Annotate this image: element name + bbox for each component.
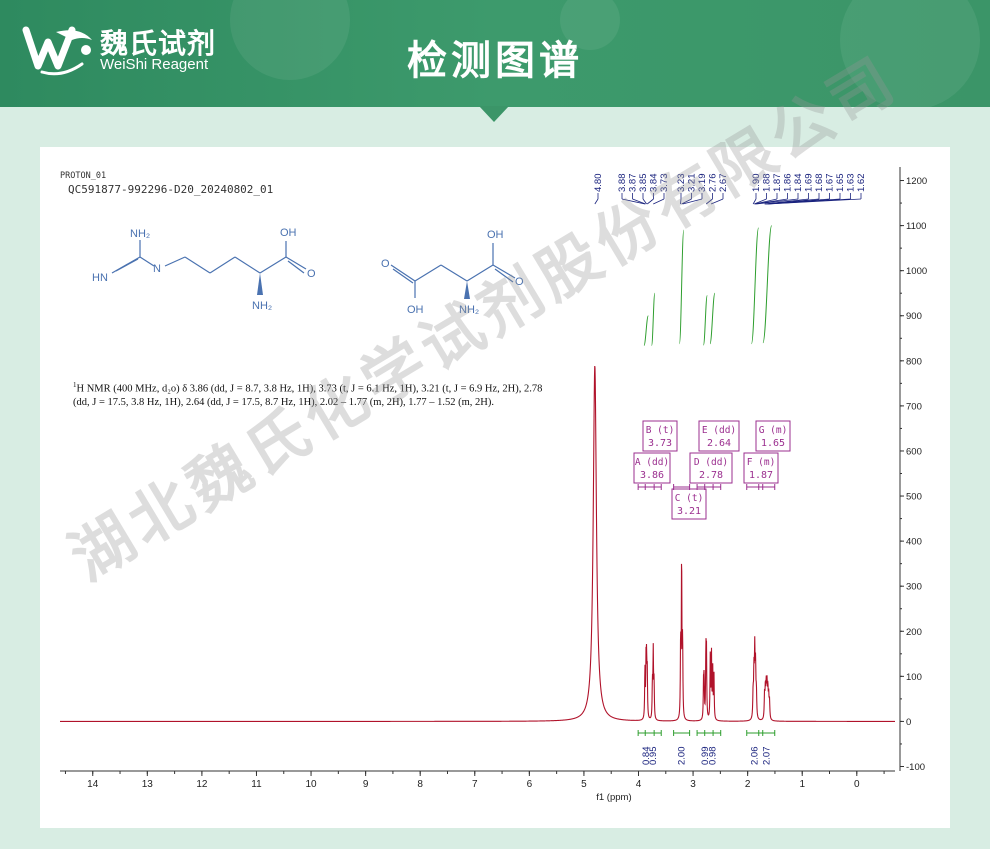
- multiplet-label: G (m): [759, 425, 788, 436]
- integration-value: 0.98: [708, 747, 719, 766]
- peak-label-connector: [653, 198, 665, 205]
- spectrum-panel: PROTON_01 QC591877-992296-D20_20240802_0…: [40, 147, 950, 828]
- peak-label-connector: [682, 198, 703, 205]
- y-tick-label: 700: [906, 401, 922, 412]
- x-tick-label: 3: [690, 779, 696, 790]
- peak-label: 1.65: [835, 174, 846, 193]
- page-header: 魏氏试剂 WeiShi Reagent 检测图谱: [0, 0, 990, 107]
- y-tick-label: 1200: [906, 176, 927, 187]
- multiplet-ppm: 3.21: [677, 506, 701, 517]
- multiplet-label: B (t): [646, 425, 675, 436]
- peak-label: 1.67: [825, 174, 836, 193]
- integral-curve: [643, 315, 649, 346]
- x-tick-label: 14: [87, 779, 99, 790]
- peak-label: 3.19: [697, 174, 708, 193]
- header-arrow: [479, 106, 509, 122]
- peak-label: 2.67: [718, 174, 729, 193]
- x-tick-label: 5: [581, 779, 587, 790]
- multiplet-label: E (dd): [702, 425, 736, 436]
- page-title: 检测图谱: [407, 38, 583, 84]
- multiplet-ppm: 2.64: [707, 438, 731, 449]
- peak-label: 3.87: [628, 174, 639, 193]
- multiplet-ppm: 3.73: [648, 438, 672, 449]
- integration-value: 2.06: [750, 747, 761, 766]
- multiplet-ppm: 1.65: [761, 438, 785, 449]
- peak-label: 3.21: [687, 174, 698, 193]
- peak-label: 3.88: [617, 174, 628, 193]
- x-tick-label: 7: [472, 779, 478, 790]
- x-axis-label: f1 (ppm): [596, 792, 631, 803]
- x-tick-label: 4: [636, 779, 642, 790]
- x-tick-label: 0: [854, 779, 860, 790]
- integral-curve: [678, 229, 685, 345]
- peak-label-connector: [710, 198, 724, 205]
- peak-label: 1.84: [793, 174, 804, 193]
- spectrum-trace: [60, 365, 895, 722]
- y-tick-label: 400: [906, 537, 922, 548]
- peak-label: 2.76: [708, 174, 719, 193]
- peak-label: 3.23: [676, 174, 687, 193]
- integral-curve: [651, 292, 656, 346]
- multiplet-label: D (dd): [694, 457, 728, 468]
- peak-label: 3.85: [638, 174, 649, 193]
- multiplet-ppm: 1.87: [749, 470, 773, 481]
- y-tick-label: 0: [906, 717, 911, 728]
- x-tick-label: 11: [251, 779, 262, 790]
- y-tick-label: 300: [906, 582, 922, 593]
- y-tick-label: 1000: [906, 266, 927, 277]
- y-tick-label: -100: [906, 762, 925, 773]
- peak-label: 4.80: [593, 174, 604, 193]
- x-tick-label: 1: [799, 779, 805, 790]
- y-tick-label: 600: [906, 446, 922, 457]
- integration-value: 0.95: [648, 747, 659, 766]
- peak-label: 3.73: [659, 174, 670, 193]
- peak-label: 1.90: [751, 174, 762, 193]
- y-tick-label: 900: [906, 311, 922, 322]
- peak-label-connector: [705, 198, 713, 205]
- multiplet-ppm: 2.78: [699, 470, 723, 481]
- integral-curve: [702, 294, 708, 346]
- x-tick-label: 13: [142, 779, 154, 790]
- x-tick-label: 8: [417, 779, 423, 790]
- peak-label: 1.68: [814, 174, 825, 193]
- multiplet-label: A (dd): [635, 457, 669, 468]
- peak-label: 1.69: [804, 174, 815, 193]
- peak-label: 1.88: [762, 174, 773, 193]
- y-tick-label: 500: [906, 492, 922, 503]
- multiplet-label: C (t): [675, 493, 704, 504]
- integral-curve: [709, 292, 716, 345]
- peak-label-connector: [646, 198, 654, 205]
- peak-label-connector: [594, 198, 599, 205]
- x-tick-label: 10: [305, 779, 317, 790]
- y-tick-label: 200: [906, 627, 922, 638]
- peak-label: 1.86: [783, 174, 794, 193]
- peak-label: 3.84: [649, 174, 660, 193]
- y-tick-label: 800: [906, 356, 922, 367]
- integral-curve: [750, 227, 760, 345]
- x-tick-label: 2: [745, 779, 751, 790]
- x-tick-label: 6: [527, 779, 533, 790]
- y-tick-label: 100: [906, 672, 922, 683]
- peak-label: 1.63: [846, 174, 857, 193]
- x-tick-label: 9: [363, 779, 369, 790]
- peak-label: 1.87: [772, 174, 783, 193]
- integration-value: 2.07: [762, 747, 773, 766]
- nmr-spectrum-chart: 14 13 12 11 10 9 8 7 6 5 4 3 2 1 0f1 (ppm)-10001002003…: [60, 167, 927, 803]
- y-tick-label: 1100: [906, 221, 926, 232]
- x-tick-label: 12: [196, 779, 208, 790]
- integral-curve: [762, 225, 773, 344]
- integration-value: 2.00: [677, 747, 688, 766]
- multiplet-label: F (m): [747, 457, 776, 468]
- multiplet-ppm: 3.86: [640, 470, 664, 481]
- peak-label: 1.62: [856, 174, 867, 193]
